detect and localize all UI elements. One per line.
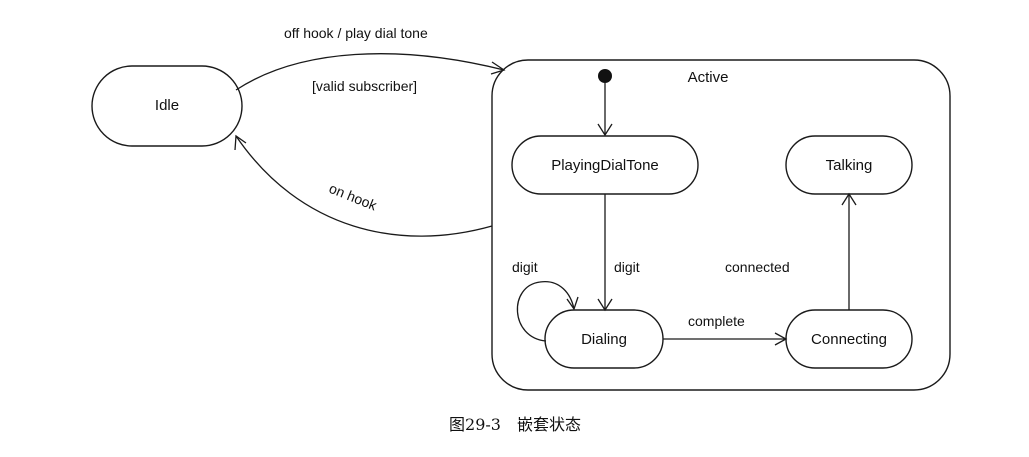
dialing-label: Dialing [581,331,627,348]
nested-state-diagram: Idle Active PlayingDialTone Talking Dial… [91,25,951,434]
figure-caption: 图29-3 嵌套状态 [449,415,581,434]
idle-state-label: Idle [155,97,179,114]
active-state-label: Active [688,69,729,86]
connecting-label: Connecting [811,331,887,348]
playing-dial-tone-label: PlayingDialTone [551,157,659,174]
talking-label: Talking [826,157,873,174]
on-hook-transition-line [235,135,493,237]
valid-subscriber-guard-label: [valid subscriber] [312,78,417,94]
digit-transition-label: digit [614,259,640,275]
off-hook-transition-label: off hook / play dial tone [284,25,428,41]
connected-transition-label: connected [725,259,790,275]
initial-state-dot [598,69,612,83]
complete-transition-label: complete [688,313,745,329]
on-hook-transition-label: on hook [327,180,380,214]
digit-self-transition-label: digit [512,259,538,275]
